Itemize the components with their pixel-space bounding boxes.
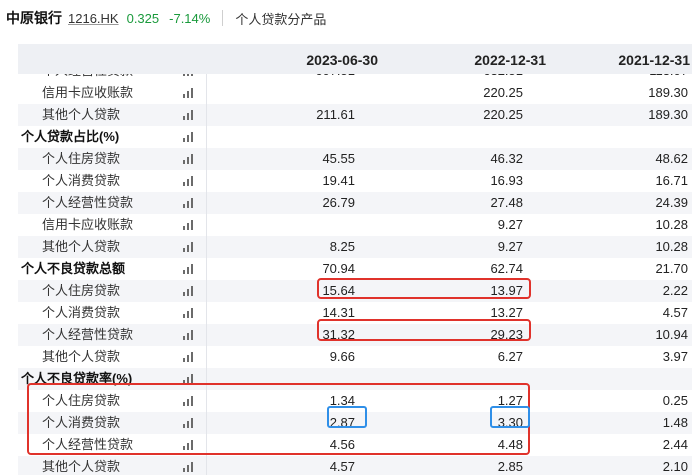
section-title: 个人贷款分产品 — [235, 11, 327, 27]
chart-icon[interactable] — [183, 352, 195, 362]
cell-value: 62.74 — [490, 261, 523, 276]
cell-value: 220.25 — [483, 85, 523, 100]
row-label: 个人经营性贷款 — [42, 195, 134, 210]
cell-value: 3.97 — [662, 349, 688, 364]
cell-value: 19.41 — [322, 173, 355, 188]
cell-value: 10.28 — [655, 239, 688, 254]
chart-icon[interactable] — [183, 154, 195, 164]
cell-value: 4.57 — [662, 305, 688, 320]
company-name[interactable]: 中原银行 — [6, 8, 62, 28]
cell-value: 70.94 — [322, 261, 355, 276]
cell-value: 2.22 — [662, 283, 688, 298]
divider — [222, 10, 224, 26]
stock-header: 中原银行 1216.HK 0.325 -7.14% 个人贷款分产品 — [0, 0, 692, 36]
chart-icon[interactable] — [183, 198, 195, 208]
highlight-consumer-ratio-2022 — [490, 406, 530, 428]
row-label: 个人消费贷款 — [42, 305, 121, 320]
cell-value: 632.51 — [373, 74, 523, 82]
row-label: 个人经营性贷款 — [42, 74, 133, 82]
cell-value: 9.27 — [497, 217, 523, 232]
highlight-housing-npl — [317, 278, 531, 299]
loan-table: 2023-06-30 2022-12-31 2021-12-31 个人经营性贷款… — [18, 44, 692, 475]
highlight-consumer-ratio-2023 — [327, 406, 367, 428]
column-date-2[interactable]: 2022-12-31 — [386, 52, 546, 68]
cell-value: 189.30 — [648, 107, 688, 122]
chart-icon[interactable] — [183, 110, 195, 120]
chart-icon[interactable] — [183, 242, 195, 252]
table-row[interactable]: 信用卡应收账款 9.27 10.28 — [18, 214, 692, 236]
table-row[interactable]: 个人消费贷款 19.41 16.93 16.71 — [18, 170, 692, 192]
chart-icon[interactable] — [183, 74, 195, 76]
chart-icon[interactable] — [183, 462, 195, 472]
row-label: 信用卡应收账款 — [42, 217, 134, 232]
cell-value: 24.39 — [655, 195, 688, 210]
cell-value: 4.57 — [329, 459, 355, 474]
stock-price: 0.325 — [126, 10, 160, 26]
table-row[interactable]: 个人经营性贷款 26.79 27.48 24.39 — [18, 192, 692, 214]
cell-value: 16.71 — [655, 173, 688, 188]
chart-icon[interactable] — [183, 176, 195, 186]
cell-value: 211.61 — [316, 107, 355, 122]
cell-value: 189.30 — [648, 85, 688, 100]
column-date-3[interactable]: 2021-12-31 — [530, 52, 690, 68]
row-label: 其他个人贷款 — [42, 239, 121, 254]
price-change: -7.14% — [169, 10, 211, 26]
chart-icon[interactable] — [183, 308, 195, 318]
cell-value: 1.48 — [662, 415, 688, 430]
row-label: 其他个人贷款 — [42, 107, 121, 122]
table-row[interactable]: 信用卡应收账款 220.25 189.30 — [18, 82, 692, 104]
column-date-1[interactable]: 2023-06-30 — [218, 52, 378, 68]
table-row[interactable]: 其他个人贷款 211.61 220.25 189.30 — [18, 104, 692, 126]
cell-value: 45.55 — [322, 151, 355, 166]
row-label: 信用卡应收账款 — [42, 85, 134, 100]
chart-icon[interactable] — [183, 220, 195, 230]
table-row[interactable]: 其他个人贷款 8.25 9.27 10.28 — [18, 236, 692, 258]
cell-value: 48.62 — [655, 151, 688, 166]
chart-icon[interactable] — [183, 286, 195, 296]
highlight-business-npl — [317, 319, 531, 341]
cell-value: 46.32 — [490, 151, 523, 166]
cell-value: 0.25 — [662, 393, 688, 408]
cell-value: 9.66 — [329, 349, 355, 364]
chart-icon[interactable] — [183, 264, 195, 274]
cell-value: 16.93 — [490, 173, 523, 188]
row-label: 个人不良贷款总额 — [21, 261, 126, 276]
row-label: 个人住房贷款 — [42, 151, 121, 166]
cell-value: 220.25 — [483, 107, 523, 122]
stock-code-link[interactable]: 1216.HK — [68, 11, 119, 26]
table-row[interactable]: 个人贷款占比(%) — [18, 126, 692, 148]
cell-value: 2.10 — [662, 459, 688, 474]
table-row-partial: 个人经营性贷款 607.51 632.51 113.07 — [18, 74, 692, 82]
column-header-row: 2023-06-30 2022-12-31 2021-12-31 — [18, 44, 692, 74]
highlight-npl-ratio — [27, 383, 530, 455]
cell-value: 26.79 — [322, 195, 355, 210]
cell-value: 607.51 — [205, 74, 355, 82]
table-row[interactable]: 个人不良贷款总额 70.94 62.74 21.70 — [18, 258, 692, 280]
chart-icon[interactable] — [183, 88, 195, 98]
row-label: 个人贷款占比(%) — [21, 129, 120, 144]
cell-value: 21.70 — [655, 261, 688, 276]
row-label: 其他个人贷款 — [42, 349, 121, 364]
cell-value: 2.85 — [497, 459, 523, 474]
chart-icon[interactable] — [183, 132, 195, 142]
row-label: 其他个人贷款 — [42, 459, 121, 474]
row-label: 个人经营性贷款 — [42, 327, 134, 342]
table-row[interactable]: 其他个人贷款 9.66 6.27 3.97 — [18, 346, 692, 368]
row-label: 个人住房贷款 — [42, 283, 121, 298]
cell-value: 10.28 — [655, 217, 688, 232]
cell-value: 27.48 — [490, 195, 523, 210]
table-row[interactable]: 其他个人贷款 4.57 2.85 2.10 — [18, 456, 692, 475]
cell-value: 113.07 — [538, 74, 688, 82]
cell-value: 8.25 — [329, 239, 355, 254]
cell-value: 10.94 — [655, 327, 688, 342]
cell-value: 9.27 — [497, 239, 523, 254]
row-label: 个人消费贷款 — [42, 173, 121, 188]
table-row[interactable]: 个人住房贷款 45.55 46.32 48.62 — [18, 148, 692, 170]
cell-value: 2.44 — [662, 437, 688, 452]
chart-icon[interactable] — [183, 330, 195, 340]
cell-value: 6.27 — [497, 349, 523, 364]
